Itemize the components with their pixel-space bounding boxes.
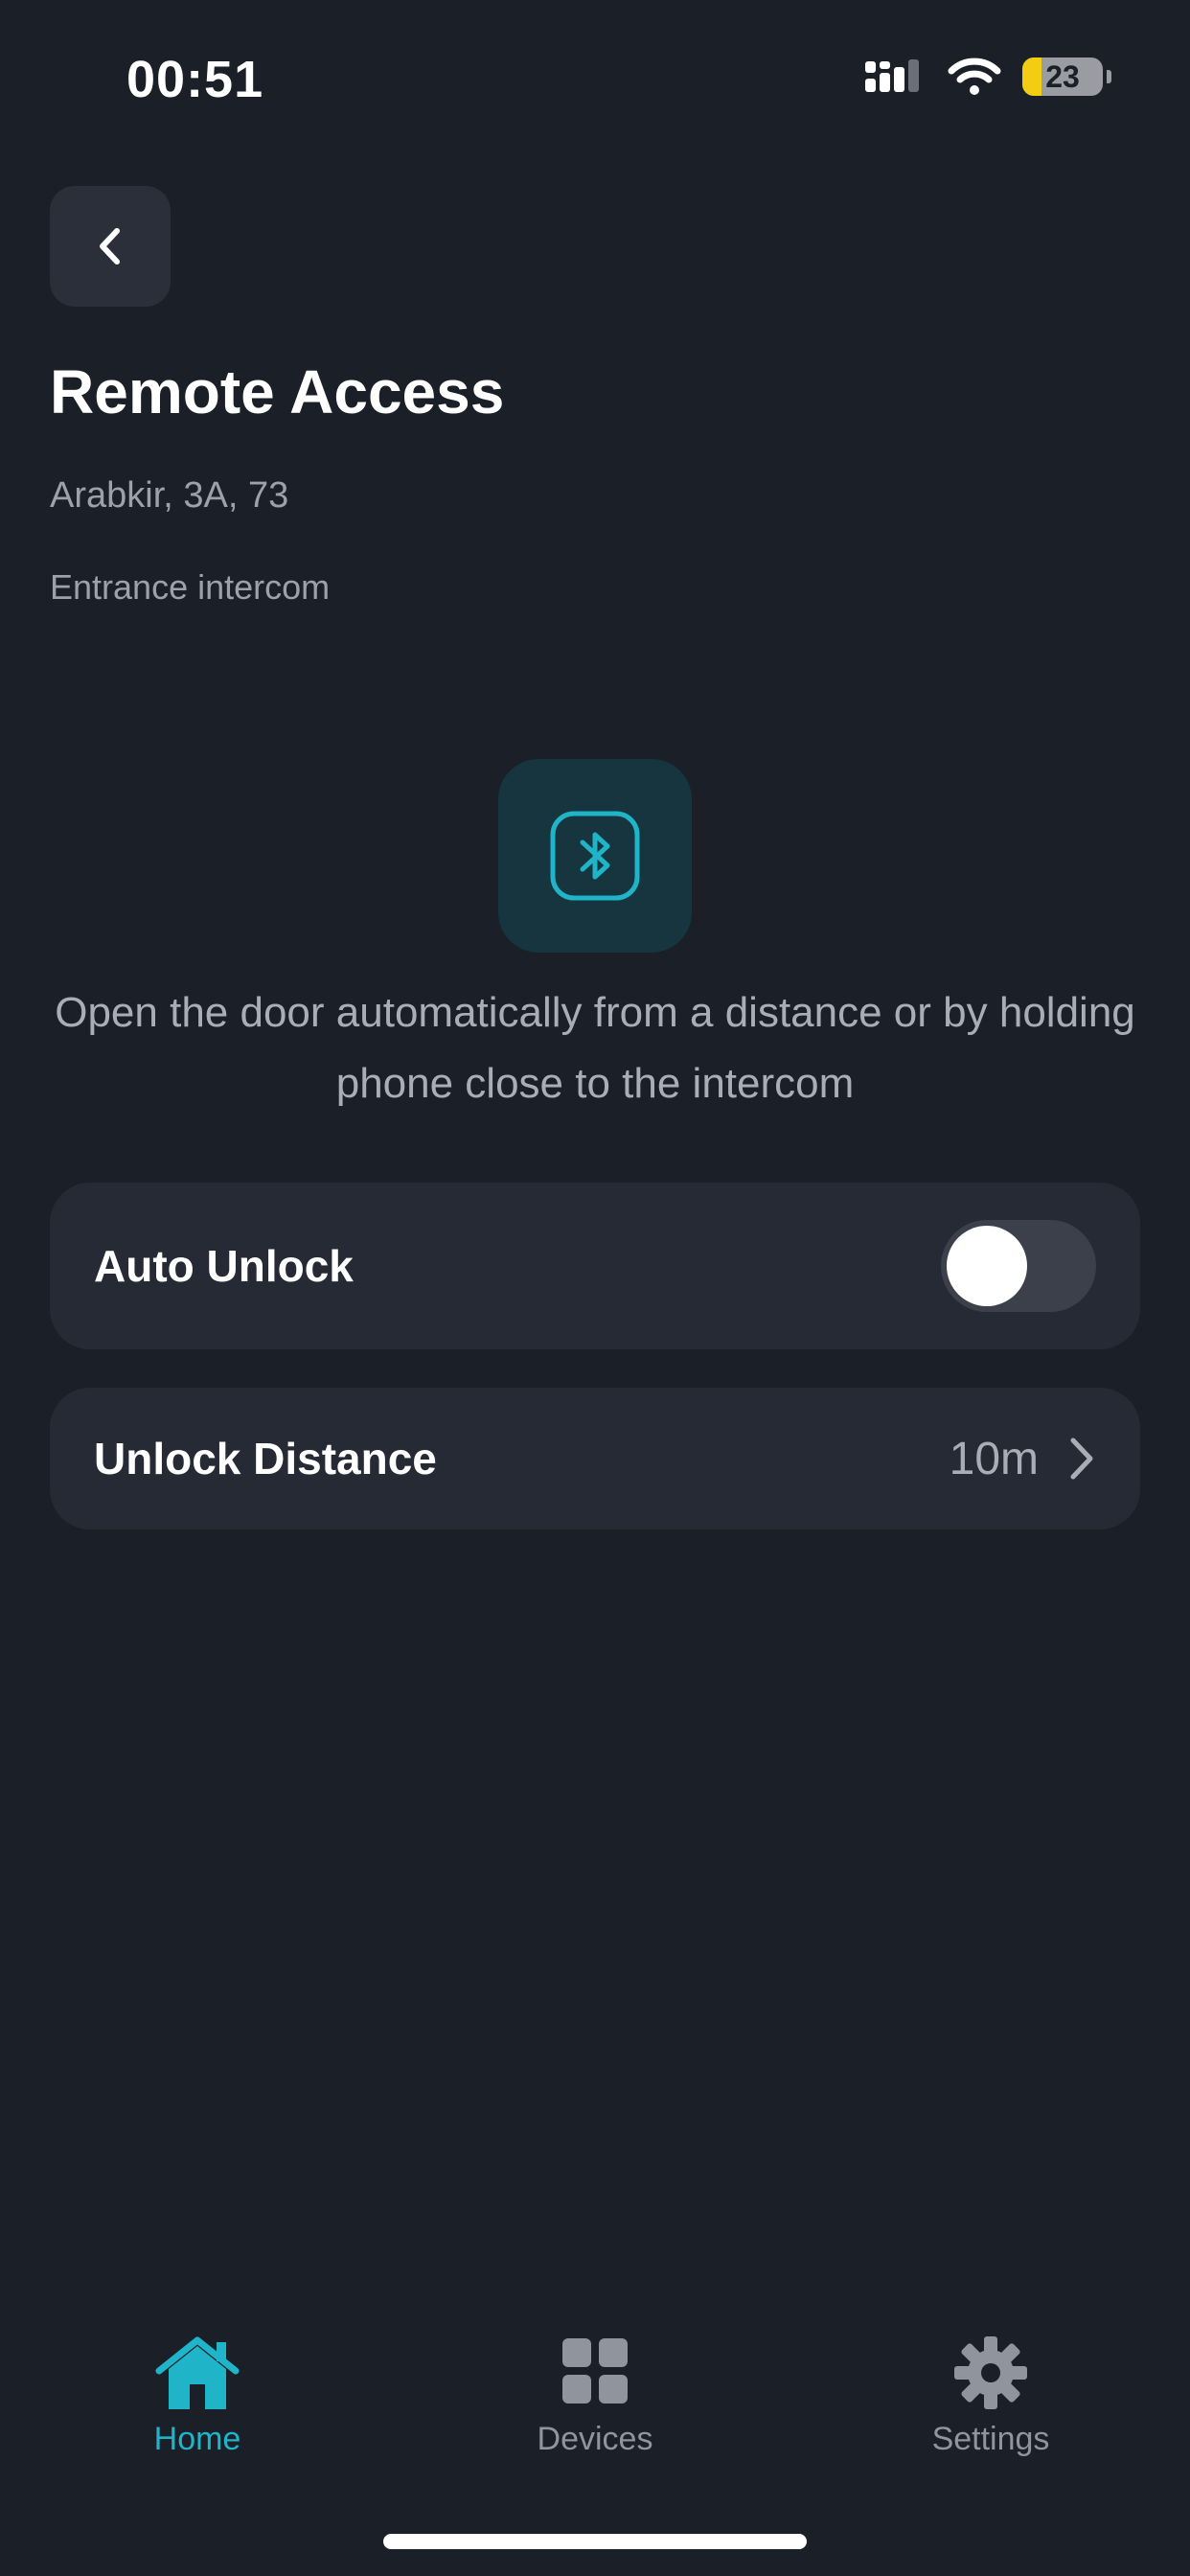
tab-devices-label: Devices xyxy=(537,2421,653,2457)
chevron-left-icon xyxy=(100,228,120,264)
address-text: Arabkir, 3A, 73 xyxy=(50,475,289,516)
auto-unlock-row: Auto Unlock xyxy=(50,1183,1140,1349)
unlock-distance-value: 10m xyxy=(949,1433,1039,1484)
status-time: 00:51 xyxy=(126,51,264,108)
tab-devices[interactable]: Devices xyxy=(480,2334,710,2458)
chevron-right-icon xyxy=(1070,1438,1093,1480)
home-icon xyxy=(155,2336,240,2409)
auto-unlock-toggle[interactable] xyxy=(941,1220,1096,1312)
battery-level: 23 xyxy=(1045,58,1080,94)
feature-description: Open the door automatically from a dista… xyxy=(55,989,1135,1107)
bluetooth-tile xyxy=(498,759,692,953)
unlock-distance-label: Unlock Distance xyxy=(94,1434,437,1484)
tab-settings-label: Settings xyxy=(931,2421,1050,2457)
back-button[interactable] xyxy=(50,186,171,307)
device-name: Entrance intercom xyxy=(50,567,331,607)
status-icons: 23 xyxy=(865,58,1111,96)
tab-home[interactable]: Home xyxy=(82,2334,312,2458)
page-title: Remote Access xyxy=(50,357,505,426)
battery-tip xyxy=(1107,70,1111,83)
auto-unlock-label: Auto Unlock xyxy=(94,1241,354,1291)
wifi-icon xyxy=(948,58,1001,95)
unlock-distance-row[interactable]: Unlock Distance 10m xyxy=(50,1388,1140,1530)
cellular-icon xyxy=(865,59,919,92)
home-indicator[interactable] xyxy=(383,2534,807,2549)
toggle-knob xyxy=(947,1226,1027,1306)
bluetooth-icon xyxy=(550,811,640,901)
battery-icon: 23 xyxy=(1022,58,1103,96)
tab-home-label: Home xyxy=(153,2421,241,2457)
gear-icon xyxy=(954,2336,1027,2409)
tab-settings[interactable]: Settings xyxy=(876,2334,1106,2458)
grid-icon xyxy=(562,2338,628,2404)
